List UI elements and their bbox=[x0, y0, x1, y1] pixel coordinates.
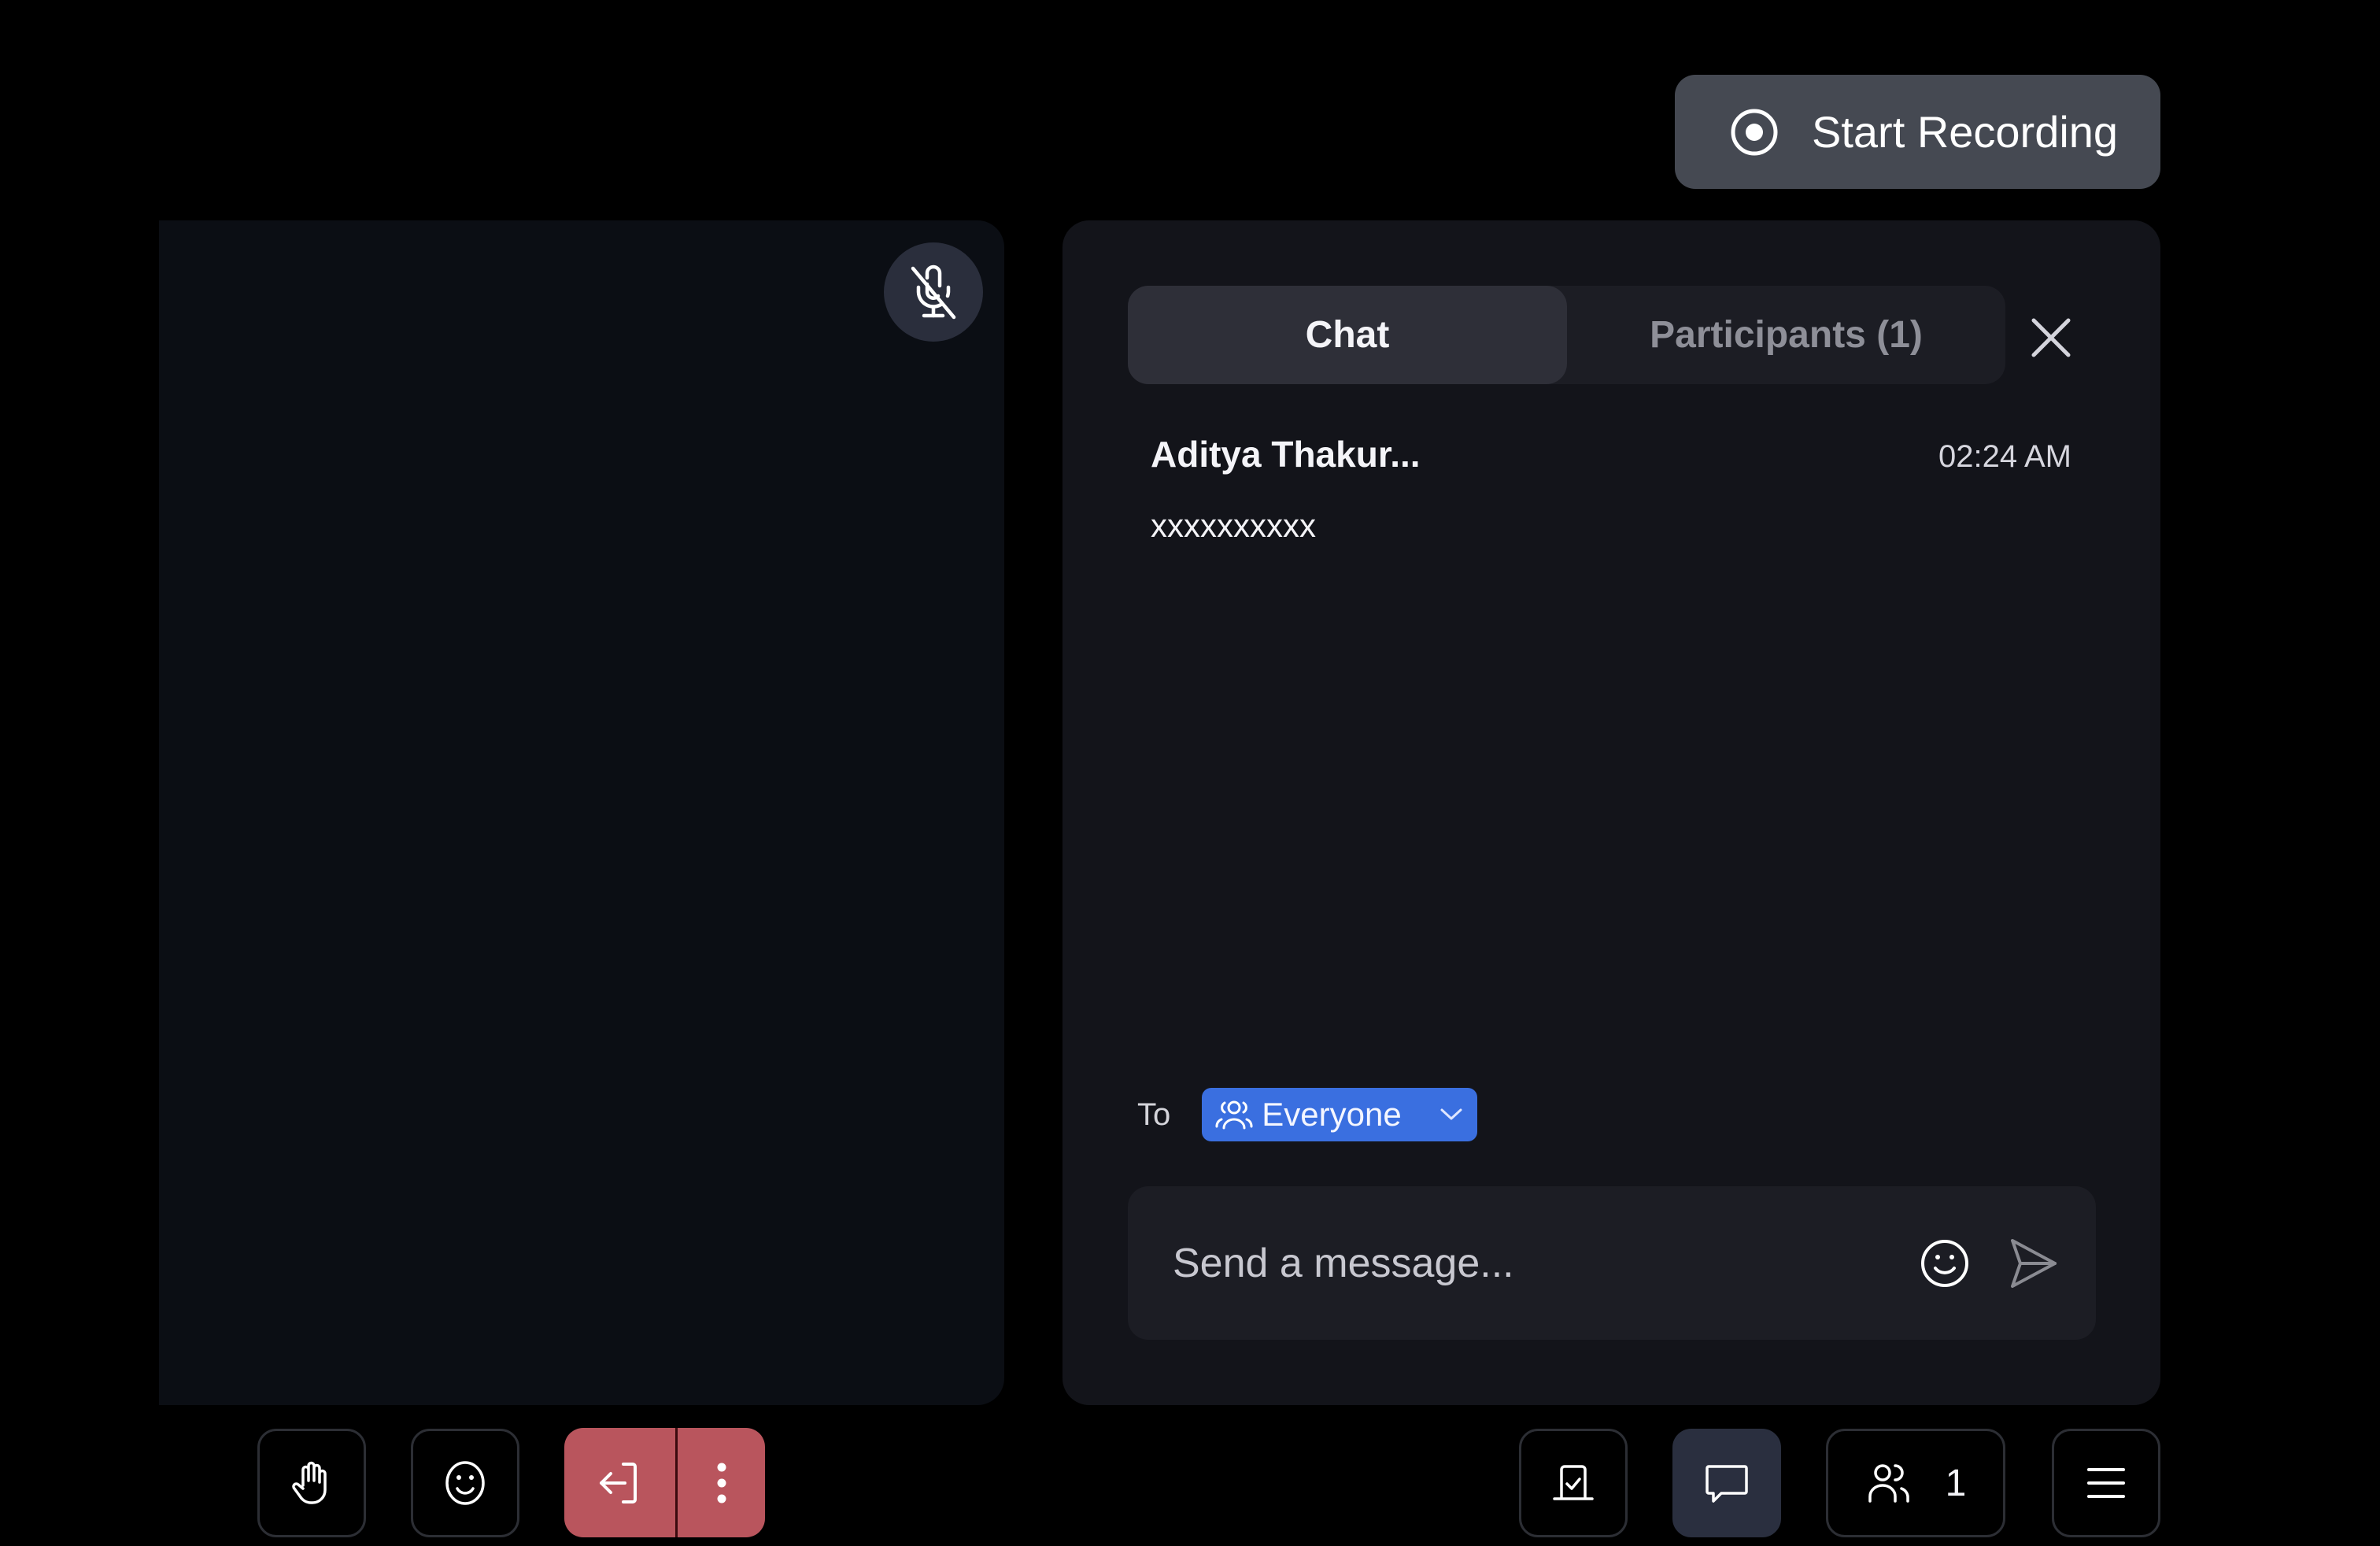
menu-icon bbox=[2087, 1468, 2125, 1498]
leave-options-button[interactable] bbox=[678, 1428, 765, 1537]
recipient-select[interactable]: Everyone bbox=[1202, 1088, 1478, 1141]
chat-panel: Chat Participants (1) Aditya Thakur... 0… bbox=[1062, 220, 2160, 1405]
leave-button-group bbox=[564, 1428, 765, 1537]
start-recording-button[interactable]: Start Recording bbox=[1675, 75, 2160, 189]
message-timestamp: 02:24 AM bbox=[1938, 439, 2071, 474]
leave-button[interactable] bbox=[564, 1428, 678, 1537]
people-icon bbox=[1215, 1100, 1253, 1130]
whiteboard-button[interactable] bbox=[1519, 1429, 1628, 1537]
recipient-value: Everyone bbox=[1262, 1096, 1402, 1133]
recipient-row: To Everyone bbox=[1137, 1088, 1478, 1141]
leave-icon bbox=[599, 1462, 637, 1503]
hand-icon bbox=[292, 1461, 327, 1504]
menu-button[interactable] bbox=[2052, 1429, 2160, 1537]
reactions-button[interactable] bbox=[411, 1429, 519, 1537]
mic-status-badge bbox=[884, 242, 983, 342]
to-label: To bbox=[1137, 1097, 1171, 1132]
close-icon bbox=[2031, 318, 2071, 357]
raise-hand-button[interactable] bbox=[257, 1429, 366, 1537]
people-icon bbox=[1868, 1464, 1909, 1503]
chat-message: Aditya Thakur... 02:24 AM xxxxxxxxxx bbox=[1151, 433, 2071, 545]
chat-button[interactable] bbox=[1672, 1429, 1781, 1537]
message-text: xxxxxxxxxx bbox=[1151, 507, 1316, 544]
chat-panel-tabs: Chat Participants (1) bbox=[1128, 286, 2005, 384]
video-tile bbox=[159, 220, 1004, 1405]
start-recording-label: Start Recording bbox=[1812, 107, 2119, 157]
chat-icon bbox=[1706, 1465, 1748, 1503]
close-panel-button[interactable] bbox=[2024, 311, 2078, 364]
tab-chat[interactable]: Chat bbox=[1128, 286, 1567, 384]
message-sender: Aditya Thakur... bbox=[1151, 434, 1421, 475]
message-input[interactable] bbox=[1171, 1238, 1919, 1288]
emoji-icon bbox=[445, 1461, 485, 1505]
tab-participants[interactable]: Participants (1) bbox=[1567, 286, 2005, 384]
message-composer bbox=[1128, 1186, 2096, 1340]
more-vertical-icon bbox=[717, 1463, 726, 1503]
emoji-icon[interactable] bbox=[1919, 1237, 1971, 1289]
whiteboard-icon bbox=[1553, 1465, 1594, 1500]
chevron-down-icon bbox=[1440, 1108, 1462, 1120]
participant-count: 1 bbox=[1945, 1462, 1967, 1504]
send-icon[interactable] bbox=[2006, 1237, 2058, 1289]
mic-off-icon bbox=[911, 264, 956, 320]
record-icon bbox=[1731, 109, 1778, 155]
participants-button[interactable]: 1 bbox=[1826, 1429, 2005, 1537]
